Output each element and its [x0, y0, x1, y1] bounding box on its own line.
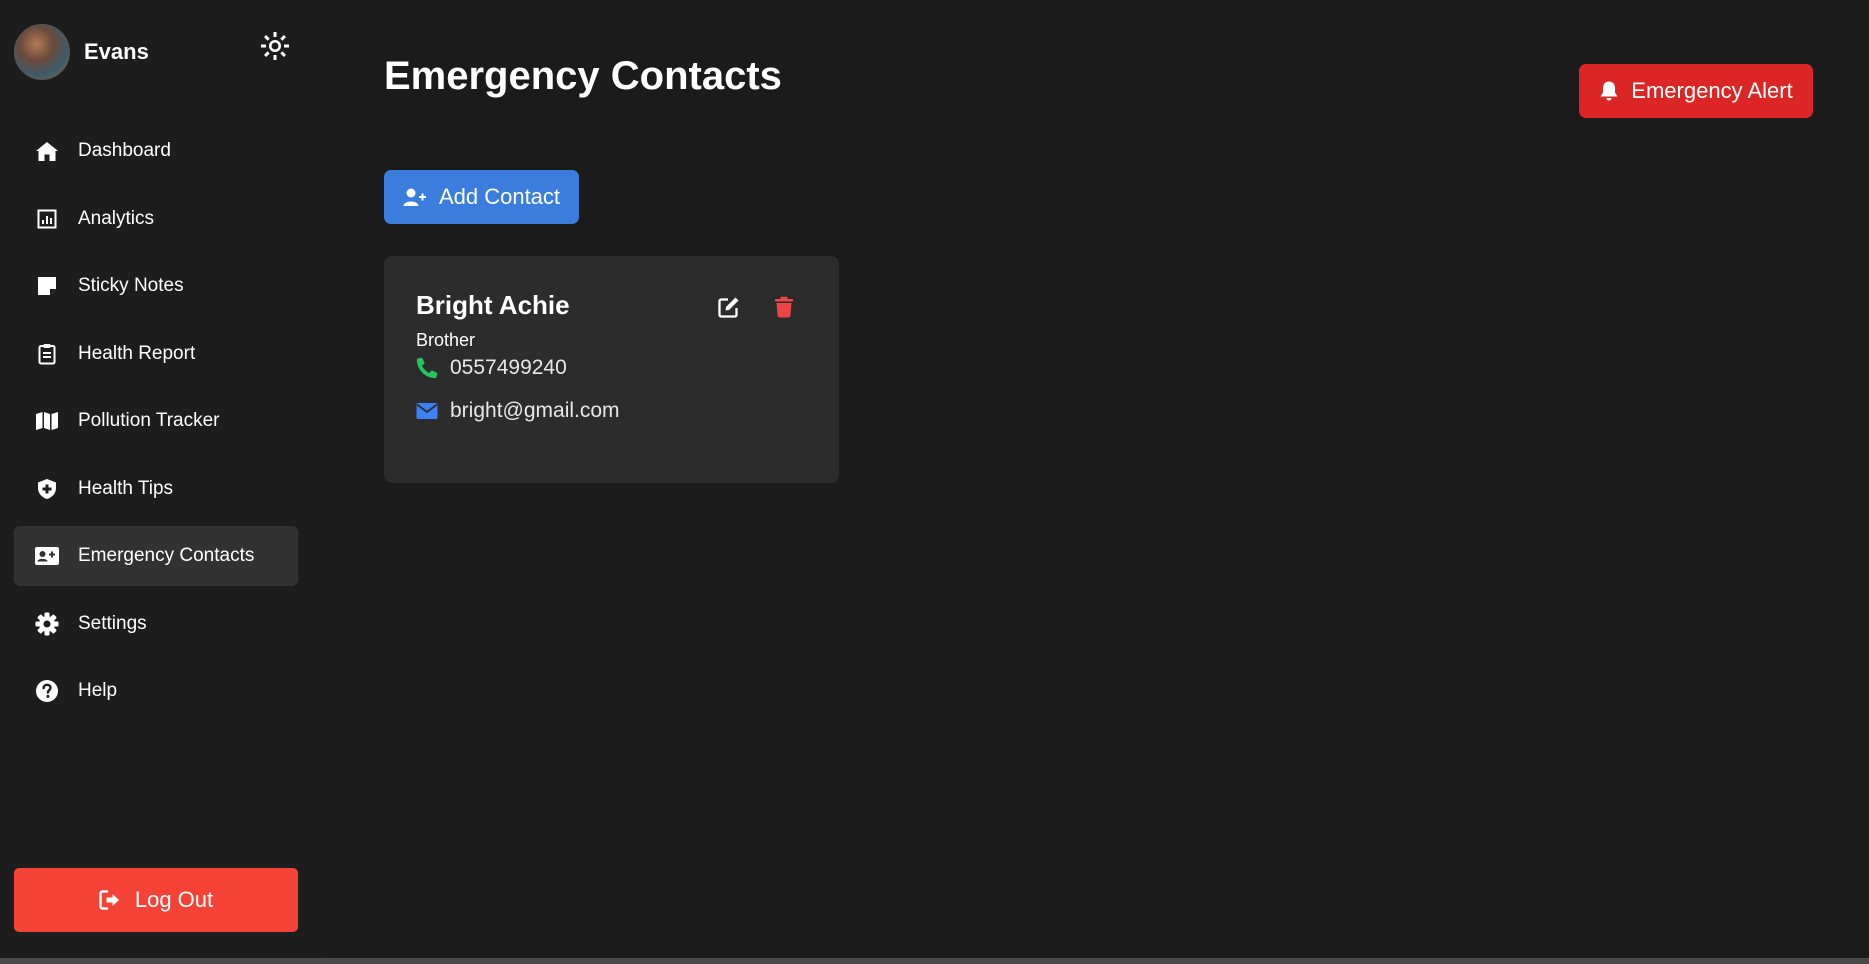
sidebar-item-settings[interactable]: Settings	[14, 594, 298, 654]
logout-label: Log Out	[134, 887, 214, 912]
sidebar-item-pollution-tracker[interactable]: Pollution Tracker	[14, 391, 298, 451]
sidebar-item-label: Emergency Contacts	[78, 545, 255, 566]
phone-icon	[416, 357, 440, 379]
page-title: Emergency Contacts	[384, 54, 782, 98]
sidebar-item-label: Health Report	[78, 342, 196, 364]
trash-icon[interactable]	[774, 296, 794, 323]
logout-icon	[99, 890, 121, 910]
sidebar-item-label: Sticky Notes	[78, 275, 184, 296]
sidebar-item-health-tips[interactable]: Health Tips	[14, 459, 298, 519]
shield-plus-icon	[34, 476, 60, 502]
sidebar-nav: Dashboard Analytics Sticky Notes Health …	[14, 121, 298, 729]
contact-email-row: bright@gmail.com	[416, 399, 620, 423]
sidebar-item-label: Health Tips	[78, 477, 174, 499]
contact-card: Bright Achie Brother 0557499240 bright@g…	[384, 256, 839, 483]
edit-icon[interactable]	[718, 296, 740, 323]
contact-card-icon	[34, 543, 60, 569]
sidebar-item-label: Analytics	[78, 207, 155, 229]
analytics-icon	[34, 206, 60, 232]
logout-button[interactable]: Log Out	[14, 868, 298, 932]
gear-icon	[34, 611, 60, 637]
bell-icon	[1599, 80, 1619, 102]
help-icon	[34, 678, 60, 704]
sidebar-item-label: Settings	[78, 612, 147, 634]
sidebar-item-health-report[interactable]: Health Report	[14, 324, 298, 384]
add-contact-button[interactable]: Add Contact	[384, 170, 579, 224]
sidebar-item-label: Dashboard	[78, 140, 171, 161]
user-plus-icon	[403, 187, 427, 207]
sidebar-item-sticky-notes[interactable]: Sticky Notes	[14, 256, 298, 316]
sidebar: Evans Dashboard Analytics Sticky Notes H…	[0, 0, 327, 958]
avatar[interactable]	[14, 24, 70, 80]
sidebar-item-dashboard[interactable]: Dashboard	[14, 121, 298, 181]
sticky-note-icon	[34, 273, 60, 299]
map-icon	[34, 408, 60, 434]
contact-email: bright@gmail.com	[450, 399, 620, 422]
sidebar-item-help[interactable]: Help	[14, 661, 298, 721]
contact-relation: Brother	[416, 330, 476, 350]
emergency-alert-button[interactable]: Emergency Alert	[1579, 64, 1813, 118]
sidebar-item-label: Help	[78, 680, 118, 701]
user-profile: Evans	[14, 24, 149, 80]
sidebar-item-analytics[interactable]: Analytics	[14, 189, 298, 249]
sidebar-item-label: Pollution Tracker	[78, 410, 220, 431]
add-contact-label: Add Contact	[438, 184, 561, 209]
sidebar-item-emergency-contacts[interactable]: Emergency Contacts	[14, 526, 298, 586]
home-icon	[34, 138, 60, 164]
contact-phone-row: 0557499240	[416, 356, 567, 380]
contact-name: Bright Achie	[416, 290, 570, 320]
contact-phone: 0557499240	[450, 356, 567, 379]
window-bottom-edge	[0, 958, 1869, 964]
user-name: Evans	[84, 39, 149, 64]
envelope-icon	[416, 402, 440, 420]
clipboard-icon	[34, 341, 60, 367]
theme-toggle-sun-icon[interactable]	[259, 30, 291, 62]
emergency-alert-label: Emergency Alert	[1631, 78, 1793, 103]
